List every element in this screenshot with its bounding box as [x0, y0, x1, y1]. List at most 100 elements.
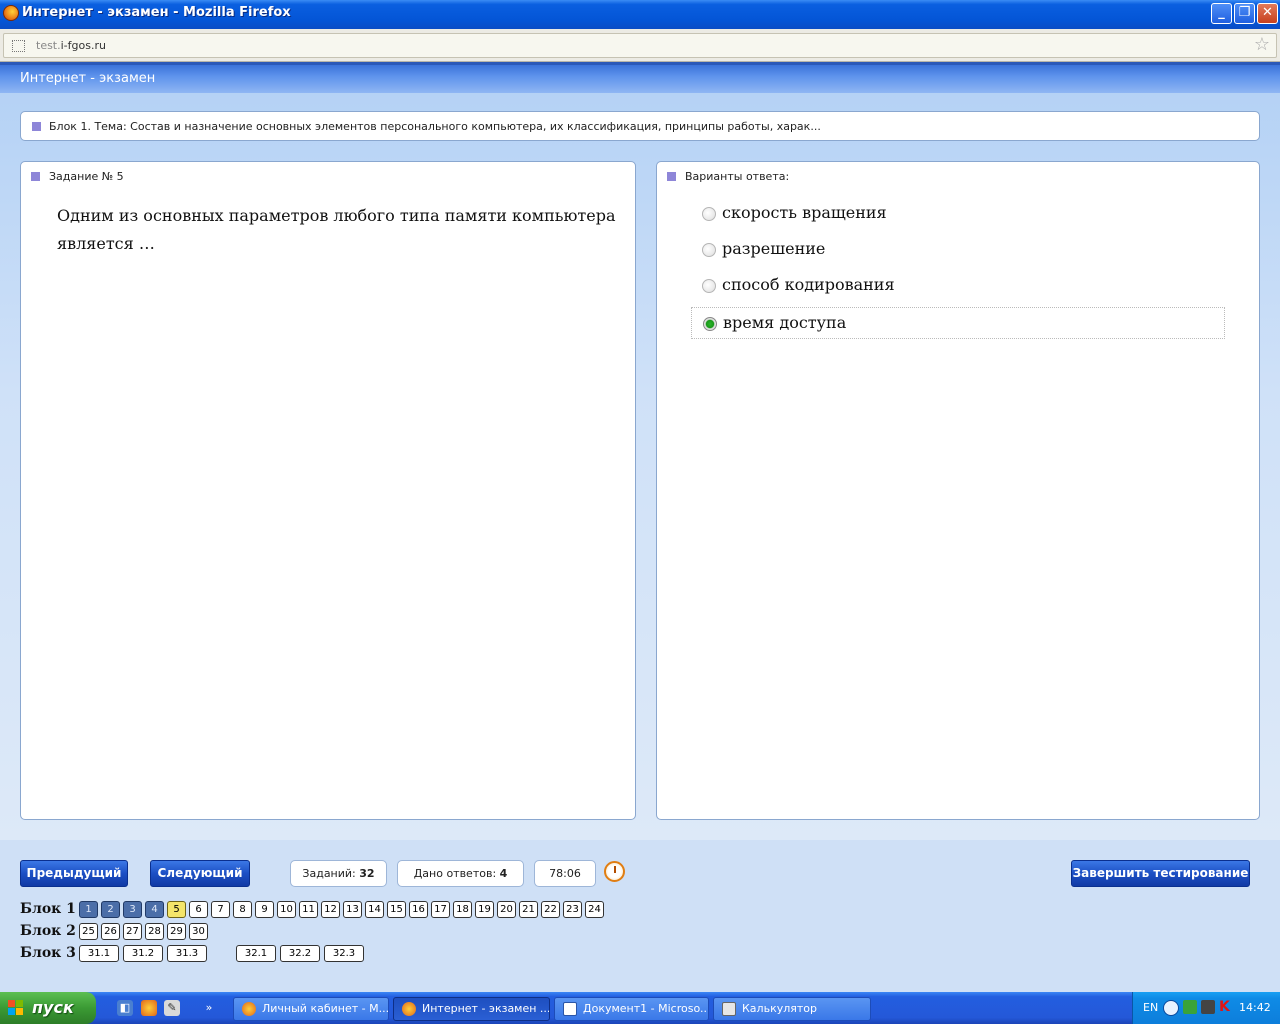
start-label: пуск [32, 998, 74, 1017]
question-number-cell[interactable]: 23 [563, 901, 582, 918]
question-number-cell[interactable]: 22 [541, 901, 560, 918]
block-label: Блок 2 [20, 923, 76, 939]
minimize-button[interactable]: _ [1211, 3, 1232, 24]
question-number-cell[interactable]: 27 [123, 923, 142, 940]
next-button[interactable]: Следующий [150, 860, 250, 887]
question-number-cell[interactable]: 31.3 [167, 945, 207, 962]
question-number-cell[interactable]: 32.2 [280, 945, 320, 962]
question-text: Одним из основных параметров любого типа… [57, 206, 616, 253]
radio-button[interactable] [702, 279, 716, 293]
question-number-cell[interactable]: 30 [189, 923, 208, 940]
question-number-cell[interactable]: 16 [409, 901, 428, 918]
window-title: Интернет - экзамен - Mozilla Firefox [22, 5, 291, 20]
question-number-cell[interactable]: 29 [167, 923, 186, 940]
question-number-cell[interactable]: 14 [365, 901, 384, 918]
taskbar-item[interactable]: Личный кабинет - М... [233, 997, 389, 1021]
bookmark-star-icon[interactable]: ☆ [1254, 35, 1270, 55]
question-number-cell[interactable]: 13 [343, 901, 362, 918]
tasks-label: Заданий: [302, 867, 356, 880]
question-number-cell[interactable]: 32.3 [324, 945, 364, 962]
question-number-cell[interactable]: 5 [167, 901, 186, 918]
timer: 78:06 [534, 860, 596, 887]
taskbar-item[interactable]: Документ1 - Microso... [554, 997, 709, 1021]
taskbar-item[interactable]: Калькулятор [713, 997, 871, 1021]
antivirus-icon[interactable]: K [1219, 999, 1230, 1015]
bullet-square-icon [31, 172, 40, 181]
close-button[interactable]: ✕ [1257, 3, 1278, 24]
answers-heading: Варианты ответа: [685, 170, 790, 183]
radio-button[interactable] [702, 243, 716, 257]
alarm-clock-icon [604, 861, 625, 882]
scanner-quicklaunch-icon[interactable]: ✎ [164, 1000, 180, 1016]
question-number-cell[interactable]: 8 [233, 901, 252, 918]
app-header: Интернет - экзамен [0, 62, 1280, 93]
calculator-icon [722, 1002, 736, 1016]
question-number-cell[interactable]: 32.1 [236, 945, 276, 962]
question-number-cell[interactable]: 3 [123, 901, 142, 918]
question-number-cell[interactable]: 18 [453, 901, 472, 918]
question-number-cell[interactable]: 10 [277, 901, 296, 918]
finish-test-button[interactable]: Завершить тестирование [1071, 860, 1250, 887]
quicklaunch-more-icon[interactable]: » [203, 1000, 215, 1016]
tray-expand-icon[interactable] [1163, 1000, 1179, 1016]
question-number-cell[interactable]: 9 [255, 901, 274, 918]
url-field[interactable]: test.i-fgos.ru ☆ [3, 33, 1277, 58]
navigation-bar: test.i-fgos.ru ☆ [0, 29, 1280, 62]
taskbar-item-label: Личный кабинет - М... [262, 1002, 389, 1015]
answer-label[interactable]: скорость вращения [722, 203, 887, 222]
question-number-cell[interactable]: 31.2 [123, 945, 163, 962]
question-number-cell[interactable]: 21 [519, 901, 538, 918]
question-number-cell[interactable]: 24 [585, 901, 604, 918]
taskbar-item-active[interactable]: Интернет - экзамен ... [393, 997, 550, 1021]
bullet-square-icon [667, 172, 676, 181]
window-titlebar: Интернет - экзамен - Mozilla Firefox _ ❐… [0, 0, 1280, 29]
block-label: Блок 3 [20, 945, 76, 961]
block-row: Блок 1 1 2 3 4 5 6 7 8 9 10 11 12 13 14 15 16 17 18 19 20 21… [20, 901, 620, 921]
url-text[interactable]: test.i-fgos.ru [36, 39, 106, 52]
answered-counter: Дано ответов: 4 [397, 860, 524, 887]
answers-panel: Варианты ответа: скорость вращения разре… [656, 161, 1260, 820]
answer-label[interactable]: разрешение [722, 239, 825, 258]
question-number-cell[interactable]: 20 [497, 901, 516, 918]
answer-option-selected[interactable]: время доступа [691, 307, 1225, 339]
taskbar-item-label: Интернет - экзамен ... [422, 1002, 550, 1015]
answer-option[interactable]: разрешение [691, 234, 1225, 266]
question-number-cell[interactable]: 19 [475, 901, 494, 918]
site-identity-icon[interactable] [12, 40, 25, 52]
block-row: Блок 3 31.1 31.2 31.3 32.1 32.2 32.3 [20, 945, 380, 965]
question-number-cell[interactable]: 12 [321, 901, 340, 918]
question-number-cell[interactable]: 15 [387, 901, 406, 918]
system-tray: EN K 14:42 [1132, 992, 1280, 1024]
tasks-count: 32 [359, 867, 375, 880]
question-number-cell[interactable]: 25 [79, 923, 98, 940]
radio-button-selected[interactable] [703, 317, 717, 331]
question-number-cell[interactable]: 4 [145, 901, 164, 918]
firefox-icon [3, 5, 19, 21]
show-desktop-icon[interactable]: ◧ [117, 1000, 133, 1016]
question-number-cell[interactable]: 26 [101, 923, 120, 940]
question-number-cell[interactable]: 1 [79, 901, 98, 918]
question-number-cell[interactable]: 28 [145, 923, 164, 940]
taskbar-item-label: Документ1 - Microso... [583, 1002, 709, 1015]
question-number-cell[interactable]: 31.1 [79, 945, 119, 962]
network-icon[interactable] [1183, 1000, 1197, 1014]
question-number-cell[interactable]: 6 [189, 901, 208, 918]
answer-label[interactable]: время доступа [723, 313, 846, 332]
question-number-cell[interactable]: 17 [431, 901, 450, 918]
tray-app-icon[interactable] [1201, 1000, 1215, 1014]
restore-button[interactable]: ❐ [1234, 3, 1255, 24]
language-indicator[interactable]: EN [1143, 1001, 1158, 1014]
windows-logo-icon [8, 1000, 24, 1016]
answer-option[interactable]: скорость вращения [691, 198, 1225, 230]
topic-bar: Блок 1. Тема: Состав и назначение основн… [20, 111, 1260, 141]
start-button[interactable]: пуск [0, 992, 96, 1024]
firefox-icon [242, 1002, 256, 1016]
firefox-quicklaunch-icon[interactable] [141, 1000, 157, 1016]
question-number-cell[interactable]: 2 [101, 901, 120, 918]
answer-label[interactable]: способ кодирования [722, 275, 895, 294]
question-number-cell[interactable]: 11 [299, 901, 318, 918]
answer-option[interactable]: способ кодирования [691, 270, 1225, 302]
radio-button[interactable] [702, 207, 716, 221]
previous-button[interactable]: Предыдущий [20, 860, 128, 887]
question-number-cell[interactable]: 7 [211, 901, 230, 918]
